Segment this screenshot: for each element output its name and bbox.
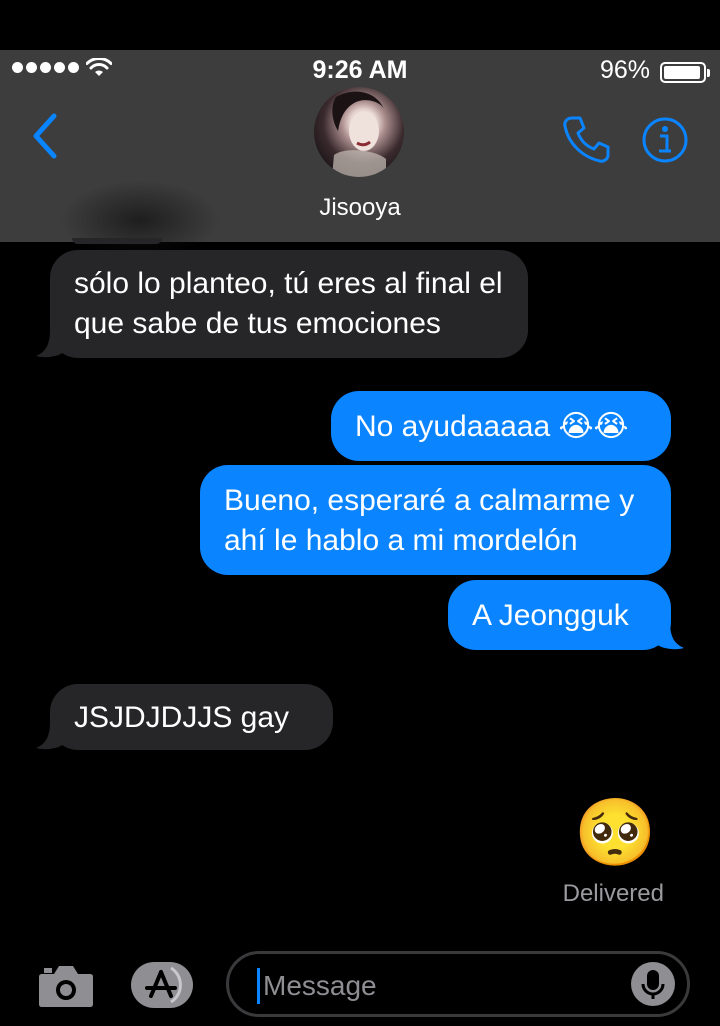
message-bubble-outgoing[interactable]: Bueno, esperaré a calmarme y ahí le habl… <box>200 465 671 575</box>
battery-icon <box>660 62 710 83</box>
emoji-message[interactable]: 🥺 <box>574 796 656 868</box>
info-icon[interactable] <box>641 116 689 164</box>
bubble-tail <box>656 622 684 650</box>
message-bubble-incoming[interactable]: sólo lo planteo, tú eres al final el que… <box>50 250 528 358</box>
delivery-status: Delivered <box>562 880 664 907</box>
message-placeholder: Message <box>263 970 377 1001</box>
message-bubble-outgoing[interactable]: A Jeongguk <box>448 580 671 650</box>
message-bubble-outgoing[interactable]: No ayudaaaaa 😭😭 <box>331 391 671 461</box>
microphone-icon[interactable] <box>631 962 675 1006</box>
previous-bubble-edge <box>72 238 162 244</box>
battery-percentage: 96% <box>599 56 650 84</box>
bubble-tail <box>36 722 64 750</box>
text-cursor <box>257 968 260 1004</box>
app-store-icon[interactable] <box>131 962 197 1008</box>
message-input[interactable]: Message <box>226 951 690 1017</box>
message-bubble-incoming[interactable]: JSJDJDJJS gay <box>50 684 333 750</box>
phone-icon[interactable] <box>562 114 610 164</box>
bubble-tail <box>36 330 64 358</box>
contact-name[interactable]: Jisooya <box>0 194 720 222</box>
status-bar: 9:26 AM 96% <box>0 50 720 90</box>
camera-icon[interactable] <box>38 962 94 1008</box>
back-chevron-icon[interactable] <box>28 112 60 160</box>
top-strip <box>0 0 720 50</box>
contact-avatar[interactable] <box>314 87 404 177</box>
battery-fill <box>664 66 701 79</box>
